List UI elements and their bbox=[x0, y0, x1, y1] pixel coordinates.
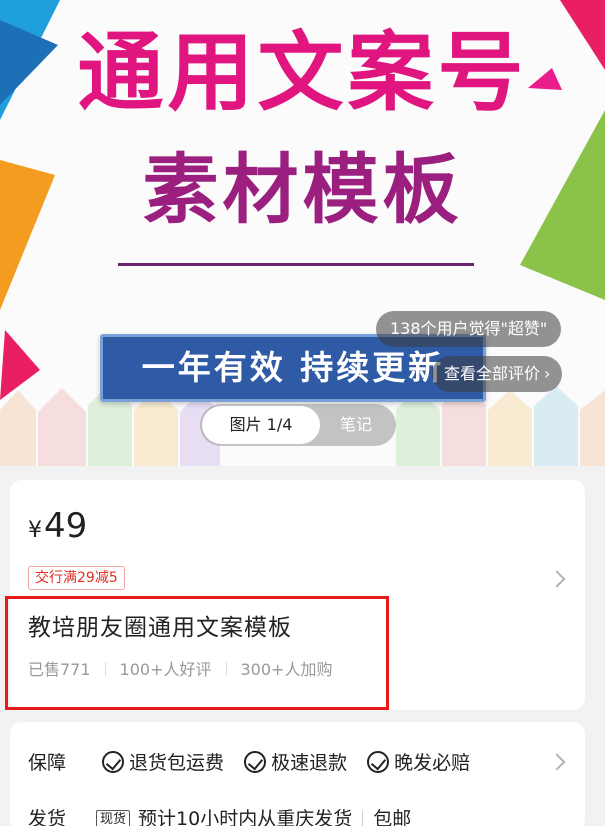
banner-divider bbox=[118, 263, 474, 266]
coupon-badge[interactable]: 交行满29减5 bbox=[28, 566, 125, 590]
service-card[interactable]: 保障 退货包运费 极速退款 晚发必赔 发货 现货 预计10小时内从重庆发货 包邮 bbox=[10, 722, 585, 826]
chevron-right-icon: › bbox=[544, 364, 551, 383]
price: ¥49 bbox=[28, 506, 87, 546]
guarantee-item: 极速退款 bbox=[244, 751, 347, 774]
guarantee-row[interactable]: 保障 退货包运费 极速退款 晚发必赔 bbox=[28, 748, 484, 775]
view-all-reviews-button[interactable]: 查看全部评价 › bbox=[432, 356, 563, 392]
view-all-reviews-label: 查看全部评价 bbox=[444, 364, 541, 383]
shipping-row[interactable]: 发货 现货 预计10小时内从重庆发货 包邮 bbox=[28, 804, 411, 826]
chevron-right-icon[interactable] bbox=[548, 753, 566, 771]
tab-notes[interactable]: 笔记 bbox=[326, 406, 386, 444]
guarantee-item: 晚发必赔 bbox=[367, 751, 470, 774]
currency-symbol: ¥ bbox=[28, 518, 42, 543]
check-circle-icon bbox=[367, 751, 390, 773]
free-shipping: 包邮 bbox=[373, 808, 412, 826]
media-tab-switcher: 图片 1/4 笔记 bbox=[200, 404, 396, 446]
highlight-annotation-box bbox=[5, 596, 389, 710]
guarantee-item: 退货包运费 bbox=[102, 751, 224, 774]
banner-title-line1: 通用文案号 bbox=[77, 23, 528, 123]
check-circle-icon bbox=[244, 751, 267, 773]
tab-images[interactable]: 图片 1/4 bbox=[202, 406, 320, 444]
divider bbox=[362, 811, 364, 826]
chevron-right-icon[interactable] bbox=[548, 570, 566, 588]
shipping-estimate: 预计10小时内从重庆发货 bbox=[138, 808, 353, 826]
price-value: 49 bbox=[44, 506, 88, 546]
check-circle-icon bbox=[102, 751, 125, 773]
product-image-carousel[interactable]: 通用文案号 素材模板 一年有效 持续更新 138个用户觉得"超赞" 查看全部评价… bbox=[0, 0, 605, 466]
banner-title-line2: 素材模板 bbox=[142, 145, 463, 234]
stock-tag: 现货 bbox=[96, 810, 131, 826]
shipping-label: 发货 bbox=[28, 808, 67, 826]
praise-badge: 138个用户觉得"超赞" bbox=[376, 311, 562, 347]
guarantee-label: 保障 bbox=[28, 752, 67, 774]
